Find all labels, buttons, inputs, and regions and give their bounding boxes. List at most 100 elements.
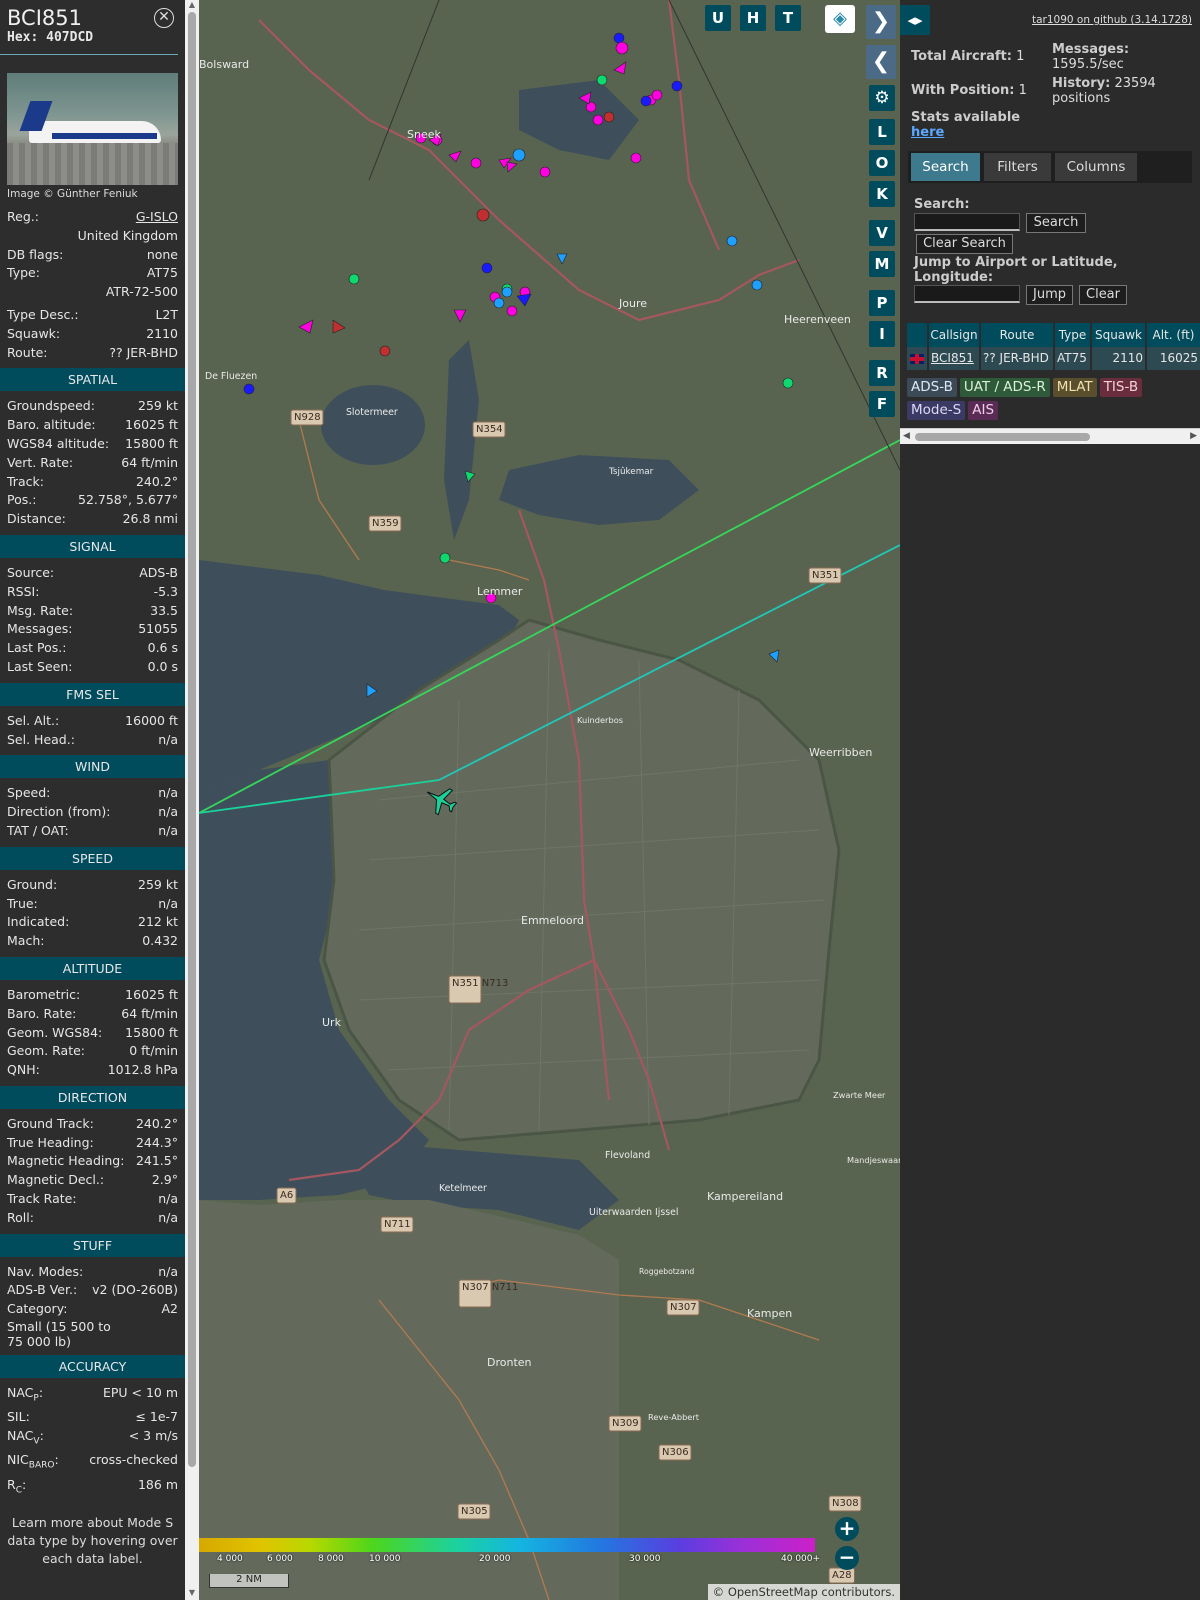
tab-columns[interactable]: Columns [1055, 153, 1137, 181]
map-button-u[interactable]: U [705, 5, 731, 31]
detail-label[interactable]: RC: [7, 1476, 26, 1500]
detail-label[interactable]: NACV: [7, 1427, 44, 1451]
map-button-r[interactable]: R [869, 360, 895, 386]
detail-label[interactable]: Last Seen: [7, 658, 72, 677]
detail-label[interactable]: Category: [7, 1300, 67, 1319]
search-input[interactable] [914, 213, 1020, 231]
scroll-up-icon[interactable]: ▲ [185, 0, 199, 12]
detail-label[interactable]: NACP: [7, 1384, 43, 1408]
section-speed[interactable]: SPEED [0, 846, 185, 870]
map-canvas[interactable]: Bolsward Sneek Joure Heerenveen Lemmer Emmelo… [199, 0, 900, 1600]
detail-label[interactable]: Roll: [7, 1209, 34, 1228]
detail-label[interactable]: Source: [7, 564, 54, 583]
map-button-v[interactable]: V [869, 220, 895, 246]
detail-label[interactable]: Last Pos.: [7, 639, 66, 658]
detail-label[interactable]: Pos.: [7, 491, 36, 510]
detail-label[interactable]: Direction (from): [7, 803, 111, 822]
expand-sidebar-icon[interactable]: ❯ [866, 5, 896, 39]
detail-label[interactable]: ADS-B Ver.: [7, 1281, 77, 1300]
table-horizontal-scrollbar[interactable]: ◀ ▶ [900, 428, 1200, 444]
aircraft-photo[interactable] [7, 73, 178, 185]
registration-link[interactable]: G-ISLO [136, 208, 178, 227]
detail-label[interactable]: Groundspeed: [7, 397, 95, 416]
map-attribution[interactable]: © OpenStreetMap contributors. [707, 1584, 900, 1600]
map-button-m[interactable]: M [869, 251, 895, 277]
detail-label[interactable]: Nav. Modes: [7, 1263, 83, 1282]
col-squawk[interactable]: Squawk [1092, 323, 1147, 347]
detail-label[interactable]: RSSI: [7, 583, 39, 602]
col-type[interactable]: Type [1055, 323, 1092, 347]
col-alt[interactable]: Alt. (ft) [1147, 323, 1200, 347]
col-callsign[interactable]: Callsign [929, 323, 981, 347]
detail-label[interactable]: Sel. Alt.: [7, 712, 59, 731]
section-stuff[interactable]: STUFF [0, 1233, 185, 1257]
detail-label[interactable]: TAT / OAT: [7, 822, 69, 841]
jump-input[interactable] [914, 285, 1020, 303]
search-button[interactable]: Search [1026, 213, 1086, 233]
tab-search[interactable]: Search [911, 153, 980, 181]
detail-label[interactable]: Sel. Head.: [7, 731, 75, 750]
toggle-panel-icon[interactable]: ◂▸ [900, 5, 930, 35]
detail-label[interactable]: Msg. Rate: [7, 602, 73, 621]
detail-label[interactable]: Speed: [7, 784, 50, 803]
detail-label[interactable]: Ground: [7, 876, 57, 895]
detail-label[interactable]: Ground Track: [7, 1115, 94, 1134]
detail-label[interactable]: Geom. WGS84: [7, 1024, 102, 1043]
map-button-l[interactable]: L [869, 119, 895, 145]
clear-button[interactable]: Clear [1079, 285, 1127, 305]
scrollbar-thumb[interactable] [188, 12, 196, 1467]
layers-icon[interactable]: ◈ [825, 5, 855, 33]
section-spatial[interactable]: SPATIAL [0, 368, 185, 392]
callsign-link[interactable]: BCI851 [931, 351, 974, 365]
close-icon[interactable]: ✕ [154, 8, 174, 28]
map-button-t[interactable]: T [775, 5, 801, 31]
table-row[interactable]: BCI851 ?? JER-BHD AT75 2110 16025 [907, 347, 1200, 370]
map-button-p[interactable]: P [869, 290, 895, 316]
detail-label[interactable]: Barometric: [7, 986, 80, 1005]
clear-search-button[interactable]: Clear Search [916, 234, 1013, 254]
section-direction[interactable]: DIRECTION [0, 1085, 185, 1109]
stats-link[interactable]: here [911, 125, 944, 140]
section-wind[interactable]: WIND [0, 755, 185, 779]
detail-label[interactable]: Baro. Rate: [7, 1005, 76, 1024]
zoom-in-button[interactable]: + [835, 1517, 859, 1541]
section-signal[interactable]: SIGNAL [0, 534, 185, 558]
map-button-k[interactable]: K [869, 181, 895, 207]
zoom-out-button[interactable]: − [835, 1546, 859, 1570]
sidebar-scrollbar[interactable]: ▲ ▼ [185, 0, 199, 1600]
detail-label[interactable]: Indicated: [7, 913, 69, 932]
detail-label[interactable]: True Heading: [7, 1134, 94, 1153]
detail-label[interactable]: Geom. Rate: [7, 1042, 85, 1061]
collapse-sidebar-icon[interactable]: ❮ [866, 45, 896, 79]
detail-label[interactable]: WGS84 altitude: [7, 435, 109, 454]
detail-label[interactable]: Vert. Rate: [7, 454, 73, 473]
map-view[interactable]: Bolsward Sneek Joure Heerenveen Lemmer Emmelo… [199, 0, 900, 1600]
detail-label[interactable]: SIL: [7, 1408, 30, 1427]
github-link[interactable]: tar1090 on github (3.14.1728) [1032, 14, 1192, 26]
section-fms-sel[interactable]: FMS SEL [0, 682, 185, 706]
tab-filters[interactable]: Filters [984, 153, 1051, 181]
hscroll-thumb[interactable] [915, 433, 1090, 441]
detail-label[interactable]: Baro. altitude: [7, 416, 96, 435]
col-route[interactable]: Route [981, 323, 1055, 347]
map-button-o[interactable]: O [869, 150, 895, 176]
detail-label[interactable]: Track Rate: [7, 1190, 77, 1209]
section-accuracy[interactable]: ACCURACY [0, 1355, 185, 1379]
detail-label[interactable]: Magnetic Decl.: [7, 1171, 104, 1190]
detail-label[interactable]: Magnetic Heading: [7, 1152, 124, 1171]
detail-label[interactable]: NICBARO: [7, 1451, 59, 1475]
col-flag[interactable] [907, 323, 929, 347]
map-button-i[interactable]: I [869, 321, 895, 347]
cell-callsign[interactable]: BCI851 [929, 347, 981, 370]
detail-label[interactable]: Mach: [7, 932, 44, 951]
scroll-down-icon[interactable]: ▼ [185, 1588, 199, 1600]
detail-label[interactable]: Track: [7, 473, 44, 492]
map-button-f[interactable]: F [869, 391, 895, 417]
detail-label[interactable]: Messages: [7, 620, 73, 639]
scroll-right-icon[interactable]: ▶ [1190, 431, 1197, 441]
section-altitude[interactable]: ALTITUDE [0, 956, 185, 980]
gear-icon[interactable]: ⚙ [869, 85, 895, 111]
detail-label[interactable]: Distance: [7, 510, 66, 529]
map-button-h[interactable]: H [740, 5, 766, 31]
detail-label[interactable]: QNH: [7, 1061, 40, 1080]
